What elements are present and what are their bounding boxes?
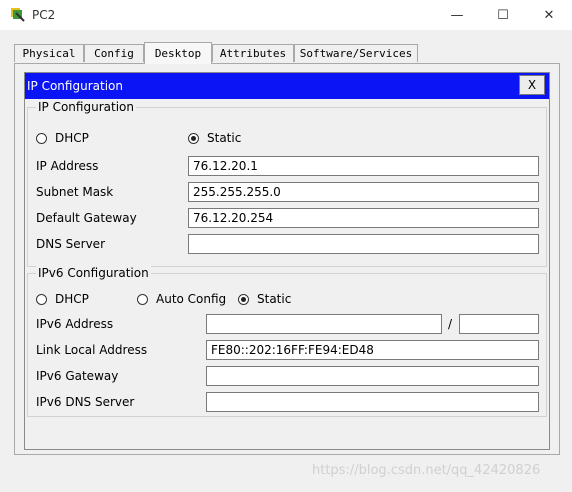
ipv4-group-title: IP Configuration xyxy=(36,100,136,114)
ipv6-static-radio[interactable] xyxy=(238,293,249,305)
ipv4-static-radio[interactable] xyxy=(188,132,199,144)
ip-configuration-header: IP Configuration X xyxy=(25,73,549,99)
link-local-address-label: Link Local Address xyxy=(36,343,148,357)
title-bar: PC2 — ☐ ✕ xyxy=(0,0,572,30)
maximize-icon: ☐ xyxy=(497,7,509,23)
ipv6-static-option[interactable]: Static xyxy=(238,291,291,307)
prefix-separator: / xyxy=(448,317,453,331)
ipv4-dhcp-radio[interactable] xyxy=(36,132,47,144)
ipv4-dhcp-label: DHCP xyxy=(55,131,89,145)
ipv6-dhcp-option[interactable]: DHCP xyxy=(36,291,89,307)
ipv6-dns-server-label: IPv6 DNS Server xyxy=(36,395,135,409)
ipv4-static-label: Static xyxy=(207,131,242,145)
ip-address-label: IP Address xyxy=(36,159,99,173)
ipv4-static-option[interactable]: Static xyxy=(188,130,241,146)
ipv6-address-label: IPv6 Address xyxy=(36,317,114,331)
ipv6-auto-config-radio[interactable] xyxy=(137,293,148,305)
ipv6-auto-config-label: Auto Config xyxy=(156,292,227,306)
ipv6-prefix-length-field[interactable] xyxy=(459,314,539,334)
ipv6-gateway-label: IPv6 Gateway xyxy=(36,369,119,383)
ipv4-dhcp-option[interactable]: DHCP xyxy=(36,130,89,146)
close-button[interactable]: ✕ xyxy=(526,0,572,30)
dns-server-field[interactable] xyxy=(188,234,539,254)
default-gateway-field[interactable] xyxy=(188,208,539,228)
link-local-address-field[interactable] xyxy=(206,340,539,360)
close-icon: ✕ xyxy=(543,7,555,23)
ipv6-address-field[interactable] xyxy=(206,314,442,334)
ipv6-dhcp-radio[interactable] xyxy=(36,293,47,305)
ipv6-auto-config-option[interactable]: Auto Config xyxy=(137,291,226,307)
tab-software-services[interactable]: Software/Services xyxy=(294,44,418,62)
minimize-button[interactable]: — xyxy=(434,0,480,30)
tab-config[interactable]: Config xyxy=(84,44,144,62)
tab-attributes[interactable]: Attributes xyxy=(212,44,294,62)
subnet-mask-label: Subnet Mask xyxy=(36,185,114,199)
ipv6-dns-server-field[interactable] xyxy=(206,392,539,412)
dns-server-label: DNS Server xyxy=(36,237,105,251)
ipv4-config-group: IP Configuration DHCP Static IP Address … xyxy=(27,100,547,267)
window-title: PC2 xyxy=(32,8,56,22)
ipv6-config-group: IPv6 Configuration DHCP Auto Config Stat… xyxy=(27,266,547,417)
subnet-mask-field[interactable] xyxy=(188,182,539,202)
ip-configuration-window: IP Configuration X IP Configuration DHCP… xyxy=(24,72,550,450)
ip-address-field[interactable] xyxy=(188,156,539,176)
ip-configuration-close-button[interactable]: X xyxy=(519,75,545,95)
ipv6-group-title: IPv6 Configuration xyxy=(36,266,151,280)
default-gateway-label: Default Gateway xyxy=(36,211,137,225)
minimize-icon: — xyxy=(450,7,464,23)
ip-configuration-title: IP Configuration xyxy=(27,79,123,93)
maximize-button[interactable]: ☐ xyxy=(480,0,526,30)
tab-desktop[interactable]: Desktop xyxy=(144,42,212,64)
ipv6-static-label: Static xyxy=(257,292,292,306)
watermark-text: https://blog.csdn.net/qq_42420826 xyxy=(312,463,541,478)
pc-app-icon xyxy=(10,7,26,23)
tab-physical[interactable]: Physical xyxy=(14,44,84,62)
ipv6-dhcp-label: DHCP xyxy=(55,292,89,306)
ipv6-gateway-field[interactable] xyxy=(206,366,539,386)
